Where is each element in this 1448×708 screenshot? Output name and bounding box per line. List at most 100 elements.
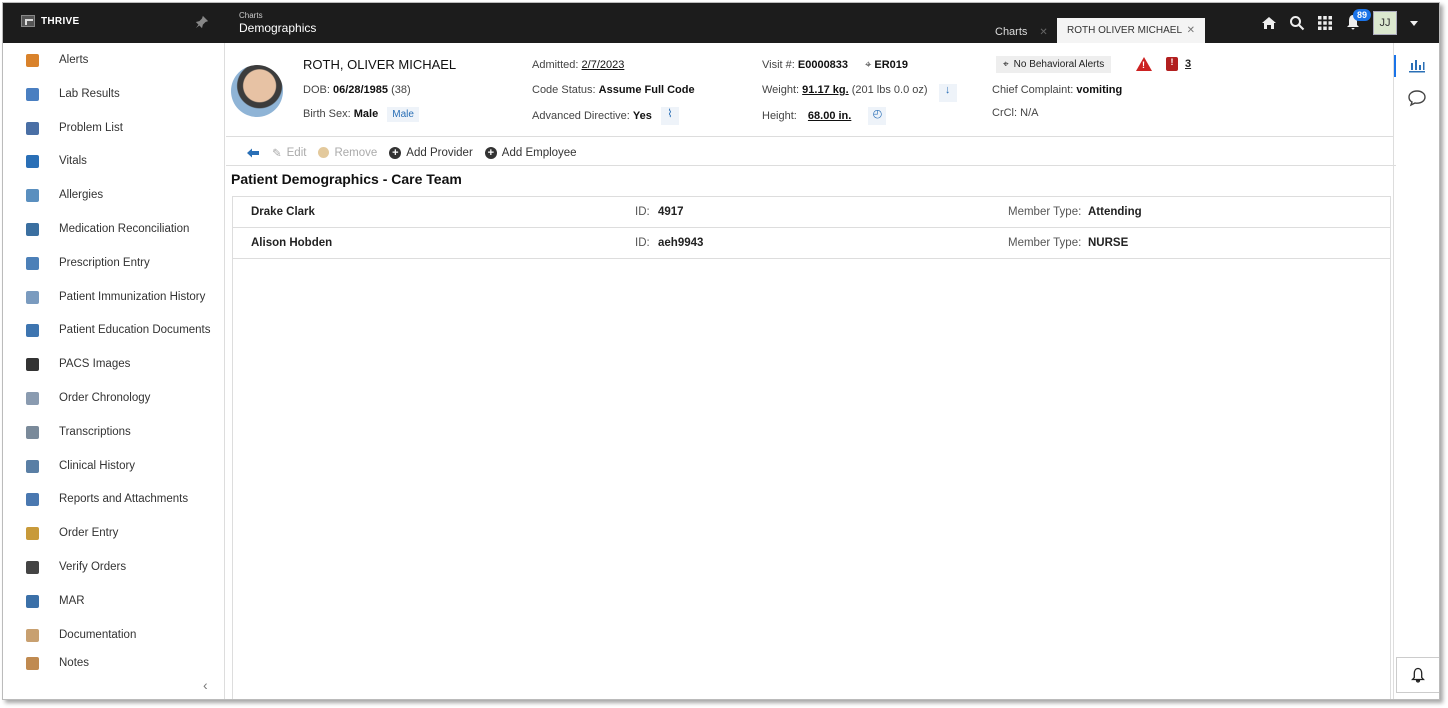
age-value: (38) bbox=[391, 84, 411, 96]
sidebar-item-vitals[interactable]: Vitals bbox=[3, 144, 225, 178]
add-provider-label: Add Provider bbox=[406, 146, 473, 159]
sidebar-item-mar[interactable]: MAR bbox=[3, 584, 225, 618]
paperclip-icon bbox=[26, 492, 39, 506]
member-id: 4917 bbox=[658, 206, 684, 218]
sidebar-item-medication-reconciliation[interactable]: Medication Reconciliation bbox=[3, 212, 225, 246]
breadcrumb-parent[interactable]: Charts bbox=[239, 11, 316, 20]
order-chronology-icon bbox=[26, 391, 39, 405]
remove-label: Remove bbox=[334, 146, 378, 159]
sex-chip: Male bbox=[387, 107, 419, 122]
chat-bubble-icon[interactable] bbox=[1407, 89, 1427, 107]
remove-button[interactable]: Remove bbox=[318, 147, 377, 159]
pin-icon[interactable] bbox=[195, 15, 209, 29]
bar-chart-icon[interactable] bbox=[1408, 57, 1426, 73]
crcl-line: CrCl: N/A bbox=[992, 107, 1038, 119]
close-icon[interactable]: ✕ bbox=[1039, 27, 1047, 38]
weight-alt-value: (201 lbs 0.0 oz) bbox=[851, 84, 928, 96]
member-type: Attending bbox=[1088, 206, 1142, 218]
id-label: ID: bbox=[635, 237, 650, 249]
notifications[interactable]: 89 bbox=[1345, 8, 1372, 33]
sidebar-item-verify-orders[interactable]: Verify Orders bbox=[3, 550, 225, 584]
visit-label: Visit #: bbox=[762, 59, 795, 71]
sidebar-item-label: Transcriptions bbox=[59, 426, 131, 438]
sidebar-item-label: Order Chronology bbox=[59, 392, 151, 404]
admitted-value[interactable]: 2/7/2023 bbox=[582, 59, 625, 71]
sidebar-item-notes[interactable]: Notes bbox=[3, 651, 225, 671]
close-icon[interactable]: ✕ bbox=[1187, 25, 1195, 36]
clinical-history-icon bbox=[26, 459, 39, 473]
birth-sex-label: Birth Sex: bbox=[303, 108, 351, 120]
sidebar-item-clinical-history[interactable]: Clinical History bbox=[3, 449, 225, 483]
weight-value[interactable]: 91.17 kg. bbox=[802, 84, 848, 96]
back-button[interactable] bbox=[246, 147, 260, 159]
user-avatar[interactable]: JJ bbox=[1373, 11, 1397, 35]
plus-circle-icon: + bbox=[484, 146, 497, 159]
birth-sex-line: Birth Sex: Male Male bbox=[303, 107, 419, 122]
scale-icon[interactable]: ◴ bbox=[868, 107, 887, 125]
height-value[interactable]: 68.00 in. bbox=[808, 110, 851, 122]
add-employee-button[interactable]: + Add Employee bbox=[484, 146, 577, 159]
sidebar-item-label: Problem List bbox=[59, 122, 123, 134]
sidebar-item-problem-list[interactable]: Problem List bbox=[3, 111, 225, 145]
member-id: aeh9943 bbox=[658, 237, 704, 249]
patient-photo[interactable] bbox=[231, 65, 283, 117]
table-row[interactable]: Alison Hobden ID: aeh9943 Member Type: N… bbox=[233, 228, 1390, 259]
tab-charts[interactable]: Charts ✕ bbox=[987, 21, 1056, 43]
problem-list-icon bbox=[26, 121, 39, 135]
chevron-down-icon[interactable] bbox=[1409, 18, 1419, 28]
sidebar-item-reports-and-attachments[interactable]: Reports and Attachments bbox=[3, 482, 225, 516]
sidebar-item-alerts[interactable]: Alerts bbox=[3, 43, 225, 77]
app-logo[interactable]: THRIVE bbox=[21, 15, 79, 27]
behavioral-alerts-button[interactable]: ⌖ No Behavioral Alerts bbox=[996, 56, 1112, 73]
crcl-label: CrCl: bbox=[992, 107, 1018, 119]
chief-complaint-value: vomiting bbox=[1076, 84, 1123, 96]
sidebar-item-patient-education-documents[interactable]: Patient Education Documents bbox=[3, 313, 225, 347]
add-provider-button[interactable]: + Add Provider bbox=[389, 146, 473, 159]
location-pin-icon: ⌖ bbox=[865, 59, 872, 71]
edit-button[interactable]: ✎ Edit bbox=[272, 146, 306, 160]
sidebar-item-documentation[interactable]: Documentation bbox=[3, 618, 225, 652]
sidebar-item-pacs-images[interactable]: PACS Images bbox=[3, 347, 225, 381]
sidebar-item-prescription-entry[interactable]: Prescription Entry bbox=[3, 246, 225, 280]
medical-alert-icon[interactable]: ! bbox=[1166, 57, 1178, 71]
right-rail bbox=[1393, 43, 1439, 699]
apps-grid-icon[interactable] bbox=[1317, 15, 1333, 31]
sidebar-item-transcriptions[interactable]: Transcriptions bbox=[3, 415, 225, 449]
sidebar-item-label: Prescription Entry bbox=[59, 257, 150, 269]
code-status-label: Code Status: bbox=[532, 84, 596, 96]
alert-count[interactable]: 3 bbox=[1185, 58, 1191, 70]
sidebar-item-allergies[interactable]: Allergies bbox=[3, 178, 225, 212]
sidebar-item-label: Patient Education Documents bbox=[59, 324, 211, 336]
tab-patient[interactable]: ROTH OLIVER MICHAEL ✕ bbox=[1057, 18, 1205, 43]
warning-icon[interactable] bbox=[1136, 57, 1152, 71]
sidebar: Alerts Lab Results Problem List Vitals A… bbox=[3, 43, 225, 699]
arrow-down-icon[interactable]: ↓ bbox=[938, 84, 957, 102]
syringe-icon bbox=[26, 290, 39, 304]
lab-results-icon bbox=[26, 87, 39, 101]
app-window: THRIVE Charts Demographics Charts ✕ ROTH… bbox=[2, 2, 1440, 700]
collapse-sidebar-icon[interactable]: ‹ bbox=[203, 677, 208, 693]
sidebar-item-label: Patient Immunization History bbox=[59, 291, 206, 303]
member-name: Alison Hobden bbox=[251, 237, 333, 249]
prescription-entry-icon bbox=[26, 256, 39, 270]
sidebar-item-patient-immunization-history[interactable]: Patient Immunization History bbox=[3, 280, 225, 314]
sidebar-item-label: MAR bbox=[59, 595, 85, 607]
notes-icon bbox=[26, 657, 39, 670]
admitted-label: Admitted: bbox=[532, 59, 579, 71]
paperclip-icon[interactable]: ⌇ bbox=[660, 107, 679, 125]
sidebar-item-label: Vitals bbox=[59, 155, 87, 167]
care-team-toolbar: ✎ Edit Remove + Add Provider + Add Emplo… bbox=[226, 140, 1396, 166]
home-icon[interactable] bbox=[1261, 15, 1277, 31]
code-status-line: Code Status: Assume Full Code bbox=[532, 84, 695, 96]
notifications-panel-button[interactable] bbox=[1396, 657, 1439, 693]
table-row[interactable]: Drake Clark ID: 4917 Member Type: Attend… bbox=[233, 197, 1390, 228]
sidebar-item-lab-results[interactable]: Lab Results bbox=[3, 77, 225, 111]
care-team-list: Drake Clark ID: 4917 Member Type: Attend… bbox=[232, 196, 1391, 699]
member-type-label: Member Type: bbox=[1008, 206, 1082, 218]
id-label: ID: bbox=[635, 206, 650, 218]
sidebar-item-order-chronology[interactable]: Order Chronology bbox=[3, 381, 225, 415]
education-documents-icon bbox=[26, 323, 39, 337]
search-icon[interactable] bbox=[1289, 15, 1305, 31]
behavioral-alerts-label: No Behavioral Alerts bbox=[1013, 59, 1105, 70]
sidebar-item-order-entry[interactable]: Order Entry bbox=[3, 516, 225, 550]
